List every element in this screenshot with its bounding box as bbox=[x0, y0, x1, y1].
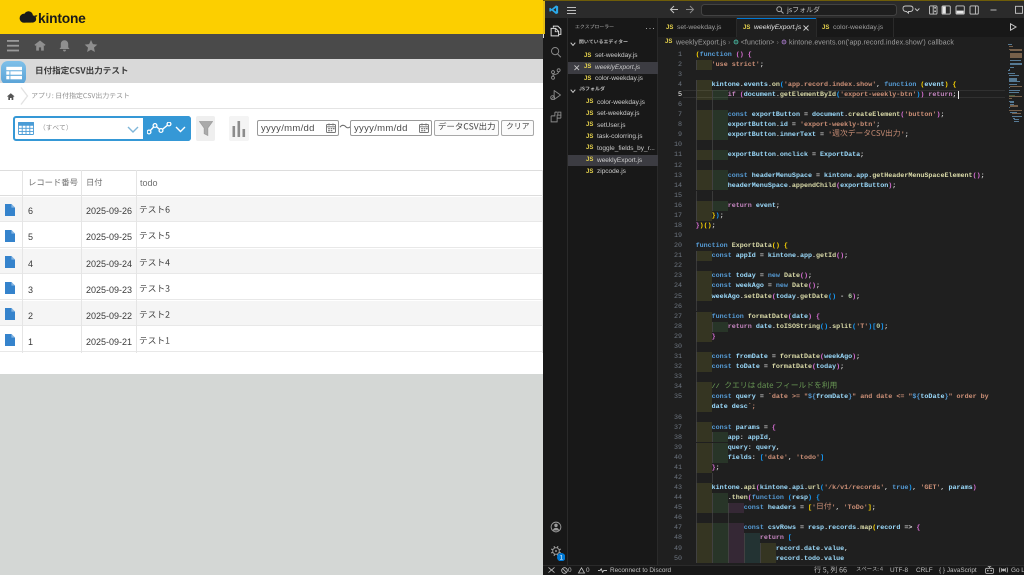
svg-text:kintone: kintone bbox=[38, 11, 86, 25]
